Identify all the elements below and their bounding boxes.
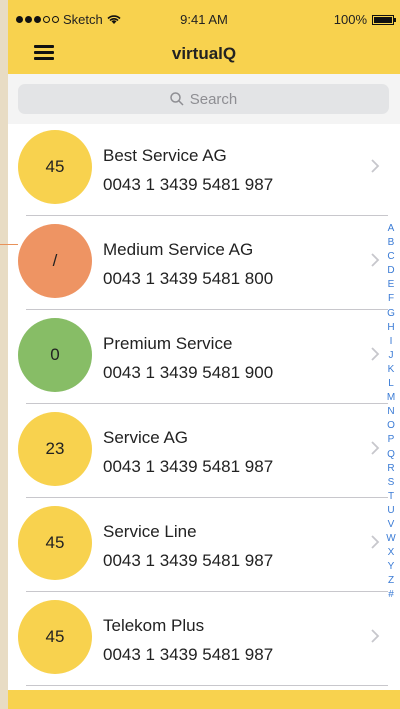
service-phone: 0043 1 3439 5481 987 [103, 645, 274, 664]
index-letter[interactable]: W [384, 532, 398, 546]
service-name: Premium Service [103, 334, 233, 353]
list-item[interactable]: 45 Telekom Plus 0043 1 3439 5481 987 [8, 592, 400, 686]
service-phone: 0043 1 3439 5481 987 [103, 175, 274, 194]
index-letter[interactable]: P [384, 433, 398, 447]
search-input[interactable]: Search [18, 84, 389, 114]
status-right: 100% [333, 12, 396, 27]
service-phone: 0043 1 3439 5481 900 [103, 363, 274, 382]
index-letter[interactable]: H [384, 321, 398, 335]
index-letter[interactable]: K [384, 363, 398, 377]
list-item[interactable]: 45 Service Line 0043 1 3439 5481 987 [8, 498, 400, 592]
status-bar: Sketch 9:41 AM 100% [8, 0, 400, 36]
service-phone: 0043 1 3439 5481 987 [103, 457, 274, 476]
queue-badge: 45 [18, 506, 92, 580]
index-letter[interactable]: A [384, 222, 398, 236]
decorative-line [0, 244, 18, 245]
service-name: Telekom Plus [103, 616, 205, 635]
queue-badge: 0 [18, 318, 92, 392]
list-item[interactable]: 23 Service AG 0043 1 3439 5481 987 [8, 404, 400, 498]
service-name: Service Line [103, 522, 197, 541]
bottom-bar [8, 690, 400, 709]
index-letter[interactable]: Z [384, 574, 398, 588]
alphabet-index[interactable]: A B C D E F G H I J K L M N O P Q R S T U V W X Y Z # [384, 222, 398, 603]
index-letter[interactable]: I [384, 335, 398, 349]
chevron-right-icon [371, 347, 380, 361]
page-title: virtualQ [171, 44, 237, 63]
index-letter[interactable]: B [384, 236, 398, 250]
search-icon [169, 92, 184, 106]
index-letter[interactable]: X [384, 546, 398, 560]
index-letter[interactable]: N [384, 405, 398, 419]
queue-badge: / [18, 224, 92, 298]
index-letter[interactable]: T [384, 490, 398, 504]
chevron-right-icon [371, 159, 380, 173]
chevron-right-icon [371, 441, 380, 455]
chevron-right-icon [371, 629, 380, 643]
queue-badge: 45 [18, 600, 92, 674]
search-placeholder: Search [189, 90, 238, 108]
index-letter[interactable]: E [384, 278, 398, 292]
battery-icon [372, 14, 396, 25]
app-screen: Sketch 9:41 AM 100% virtualQ Search 45 B… [8, 0, 400, 709]
service-name: Service AG [103, 428, 189, 447]
battery-label: 100% [333, 12, 367, 27]
list-item[interactable]: 45 Best Service AG 0043 1 3439 5481 987 [8, 122, 400, 216]
index-letter[interactable]: F [384, 292, 398, 306]
index-letter[interactable]: R [384, 462, 398, 476]
chevron-right-icon [371, 535, 380, 549]
service-name: Medium Service AG [103, 240, 254, 259]
search-bar: Search [8, 74, 400, 124]
service-name: Best Service AG [103, 146, 227, 165]
index-letter[interactable]: # [384, 588, 398, 602]
service-phone: 0043 1 3439 5481 987 [103, 551, 274, 570]
index-letter[interactable]: J [384, 349, 398, 363]
service-list: 45 Best Service AG 0043 1 3439 5481 987 / Me… [8, 122, 400, 686]
index-letter[interactable]: U [384, 504, 398, 518]
nav-bar: virtualQ [8, 36, 400, 74]
queue-badge: 45 [18, 130, 92, 204]
index-letter[interactable]: Y [384, 560, 398, 574]
index-letter[interactable]: S [384, 476, 398, 490]
list-item[interactable]: 0 Premium Service 0043 1 3439 5481 900 [8, 310, 400, 404]
index-letter[interactable]: O [384, 419, 398, 433]
index-letter[interactable]: Q [384, 448, 398, 462]
index-letter[interactable]: M [384, 391, 398, 405]
queue-badge: 23 [18, 412, 92, 486]
index-letter[interactable]: V [384, 518, 398, 532]
chevron-right-icon [371, 253, 380, 267]
index-letter[interactable]: D [384, 264, 398, 278]
index-letter[interactable]: C [384, 250, 398, 264]
row-divider [26, 685, 388, 686]
index-letter[interactable]: G [384, 307, 398, 321]
index-letter[interactable]: L [384, 377, 398, 391]
service-phone: 0043 1 3439 5481 800 [103, 269, 274, 288]
list-item[interactable]: / Medium Service AG 0043 1 3439 5481 800 [8, 216, 400, 310]
